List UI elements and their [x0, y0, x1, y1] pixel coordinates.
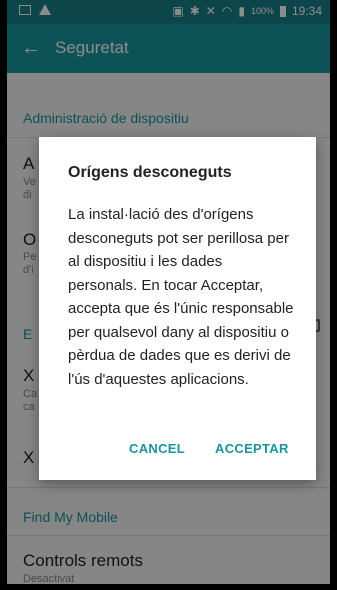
phone-screen: ▣ ✱ ✕ ◠ ▮ 100% 19:34 ← Seguretat Adminis…: [7, 0, 330, 584]
unknown-sources-dialog: Orígens desconeguts La instal·lació des …: [39, 137, 316, 480]
dialog-message: La instal·lació des d'orígens desconegut…: [68, 206, 294, 388]
cancel-button[interactable]: CANCEL: [129, 441, 185, 456]
accept-button[interactable]: ACCEPTAR: [215, 441, 289, 456]
dialog-title: Orígens desconeguts: [68, 164, 232, 181]
